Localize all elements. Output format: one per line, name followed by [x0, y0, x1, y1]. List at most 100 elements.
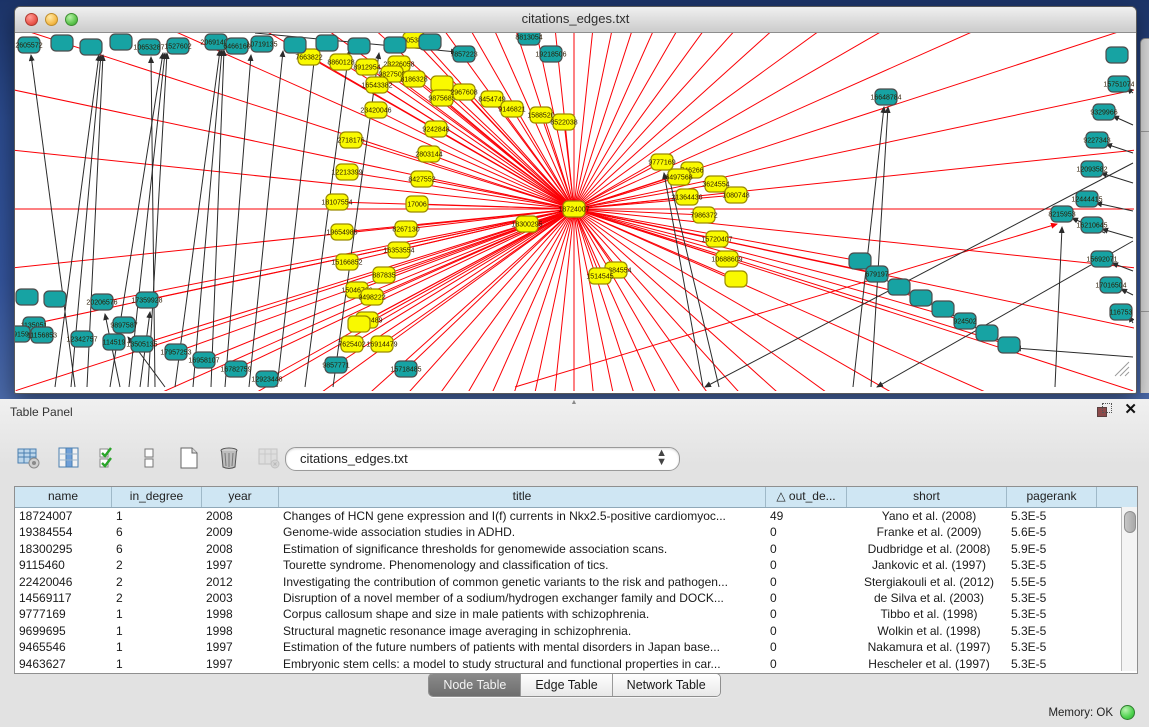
- black-edge[interactable]: [1101, 173, 1133, 183]
- table-row[interactable]: 1938455462009Genome-wide association stu…: [15, 524, 1137, 540]
- table-row[interactable]: 977716911998Corpus callosum shape and si…: [15, 606, 1137, 622]
- cell-year[interactable]: 2009: [202, 524, 279, 540]
- graph-node[interactable]: 116753: [1110, 304, 1133, 320]
- cell-year[interactable]: 2008: [202, 541, 279, 557]
- graph-node[interactable]: [316, 35, 338, 51]
- graph-node[interactable]: 16958107: [188, 352, 219, 368]
- cell-in-degree[interactable]: 2: [112, 590, 202, 606]
- cell-title[interactable]: Disruption of a novel member of a sodium…: [279, 590, 766, 606]
- cell-in-degree[interactable]: 1: [112, 508, 202, 524]
- column-header-name[interactable]: name: [15, 487, 112, 507]
- tab-network-table[interactable]: Network Table: [613, 674, 720, 696]
- cell-title[interactable]: Changes of HCN gene expression and I(f) …: [279, 508, 766, 524]
- cell-in-degree[interactable]: 2: [112, 557, 202, 573]
- table-row[interactable]: 946362711997Embryonic stem cells: a mode…: [15, 656, 1137, 672]
- graph-node[interactable]: 15166852: [331, 254, 362, 270]
- graph-node[interactable]: 20206576: [86, 294, 117, 310]
- graph-node[interactable]: 9146821: [498, 101, 525, 117]
- table-row[interactable]: 946554611997Estimation of the future num…: [15, 639, 1137, 655]
- cell-out-de-[interactable]: 0: [766, 541, 847, 557]
- graph-node[interactable]: [910, 290, 932, 306]
- graph-node[interactable]: 2718176: [337, 132, 364, 148]
- cell-pagerank[interactable]: 5.3E-5: [1007, 557, 1097, 573]
- cell-pagerank[interactable]: 5.3E-5: [1007, 606, 1097, 622]
- cell-title[interactable]: Embryonic stem cells: a model to study s…: [279, 656, 766, 672]
- cell-year[interactable]: 2008: [202, 508, 279, 524]
- graph-node[interactable]: 16648784: [870, 89, 901, 105]
- red-edge[interactable]: [574, 33, 1134, 209]
- tab-node-table[interactable]: Node Table: [429, 674, 521, 696]
- graph-node[interactable]: [284, 37, 306, 53]
- graph-node[interactable]: 8912954: [353, 59, 380, 75]
- red-edge[interactable]: [574, 33, 1134, 209]
- graph-node[interactable]: 8813054: [515, 33, 542, 45]
- graph-node[interactable]: 2605572: [15, 37, 42, 53]
- graph-node[interactable]: 1527602: [164, 38, 191, 54]
- graph-node[interactable]: 16210645: [1076, 217, 1107, 233]
- red-edge[interactable]: [574, 33, 1134, 209]
- new-table-icon[interactable]: [176, 445, 202, 471]
- graph-node[interactable]: 16914479: [366, 336, 397, 352]
- cell-year[interactable]: 1997: [202, 639, 279, 655]
- cell-year[interactable]: 2012: [202, 574, 279, 590]
- graph-node[interactable]: [384, 37, 406, 53]
- graph-node[interactable]: 13505135: [126, 336, 157, 352]
- cell-short[interactable]: Tibbo et al. (1998): [847, 606, 1007, 622]
- graph-node[interactable]: 9227343: [1083, 132, 1110, 148]
- cell-title[interactable]: Tourette syndrome. Phenomenology and cla…: [279, 557, 766, 573]
- delete-table-icon[interactable]: [216, 445, 242, 471]
- cell-short[interactable]: Nakamura et al. (1997): [847, 639, 1007, 655]
- black-edge[interactable]: [1096, 203, 1133, 211]
- cell-in-degree[interactable]: 6: [112, 541, 202, 557]
- black-edge[interactable]: [1113, 116, 1133, 125]
- cell-pagerank[interactable]: 5.5E-5: [1007, 574, 1097, 590]
- graph-node[interactable]: 19218506: [535, 46, 566, 62]
- graph-node[interactable]: 8215953: [1048, 206, 1075, 222]
- tab-edge-table[interactable]: Edge Table: [521, 674, 612, 696]
- black-edge[interactable]: [1102, 229, 1133, 238]
- table-row[interactable]: 1456911722003Disruption of a novel membe…: [15, 590, 1137, 606]
- graph-node[interactable]: 12342757: [66, 331, 97, 347]
- black-edge[interactable]: [305, 51, 349, 387]
- red-edge[interactable]: [574, 33, 1134, 209]
- red-edge[interactable]: [574, 33, 1134, 209]
- cell-year[interactable]: 1998: [202, 606, 279, 622]
- graph-node[interactable]: 7625402: [338, 336, 365, 352]
- black-edge[interactable]: [277, 53, 315, 387]
- graph-node[interactable]: 8427552: [408, 171, 435, 187]
- graph-node[interactable]: 12444415: [1071, 191, 1102, 207]
- graph-node[interactable]: [1106, 47, 1128, 63]
- row-options-icon[interactable]: [136, 445, 162, 471]
- cell-name[interactable]: 9699695: [15, 623, 112, 639]
- graph-node[interactable]: 9857771: [322, 357, 349, 373]
- cell-pagerank[interactable]: 5.3E-5: [1007, 623, 1097, 639]
- cell-in-degree[interactable]: 1: [112, 656, 202, 672]
- table-selector-dropdown[interactable]: citations_edges.txt ▲▼: [285, 447, 680, 471]
- graph-node[interactable]: [888, 279, 910, 295]
- graph-node[interactable]: 18107554: [321, 194, 352, 210]
- graph-node[interactable]: 679197: [865, 266, 888, 282]
- cell-title[interactable]: Estimation of significance thresholds fo…: [279, 541, 766, 557]
- red-edge[interactable]: [574, 33, 1007, 209]
- column-visibility-icon[interactable]: [56, 445, 82, 471]
- column-header-pagerank[interactable]: pagerank: [1007, 487, 1097, 507]
- graph-node[interactable]: 11156853: [27, 327, 57, 343]
- cell-out-de-[interactable]: 0: [766, 557, 847, 573]
- cell-short[interactable]: Wolkin et al. (1998): [847, 623, 1007, 639]
- graph-node[interactable]: [976, 325, 998, 341]
- graph-node[interactable]: 17359928: [131, 292, 162, 308]
- cell-year[interactable]: 1997: [202, 557, 279, 573]
- graph-node[interactable]: [44, 291, 66, 307]
- graph-node[interactable]: [932, 301, 954, 317]
- red-edge[interactable]: [574, 33, 1134, 209]
- cell-name[interactable]: 9115460: [15, 557, 112, 573]
- graph-node[interactable]: 9897587: [110, 317, 137, 333]
- graph-node[interactable]: 924502: [953, 313, 976, 329]
- column-header-short[interactable]: short: [847, 487, 1007, 507]
- red-edge[interactable]: [574, 209, 1009, 345]
- graph-node[interactable]: 887835: [372, 267, 395, 283]
- graph-node[interactable]: [725, 271, 747, 287]
- graph-node[interactable]: [51, 35, 73, 51]
- cell-in-degree[interactable]: 1: [112, 623, 202, 639]
- column-select-icon[interactable]: [96, 445, 122, 471]
